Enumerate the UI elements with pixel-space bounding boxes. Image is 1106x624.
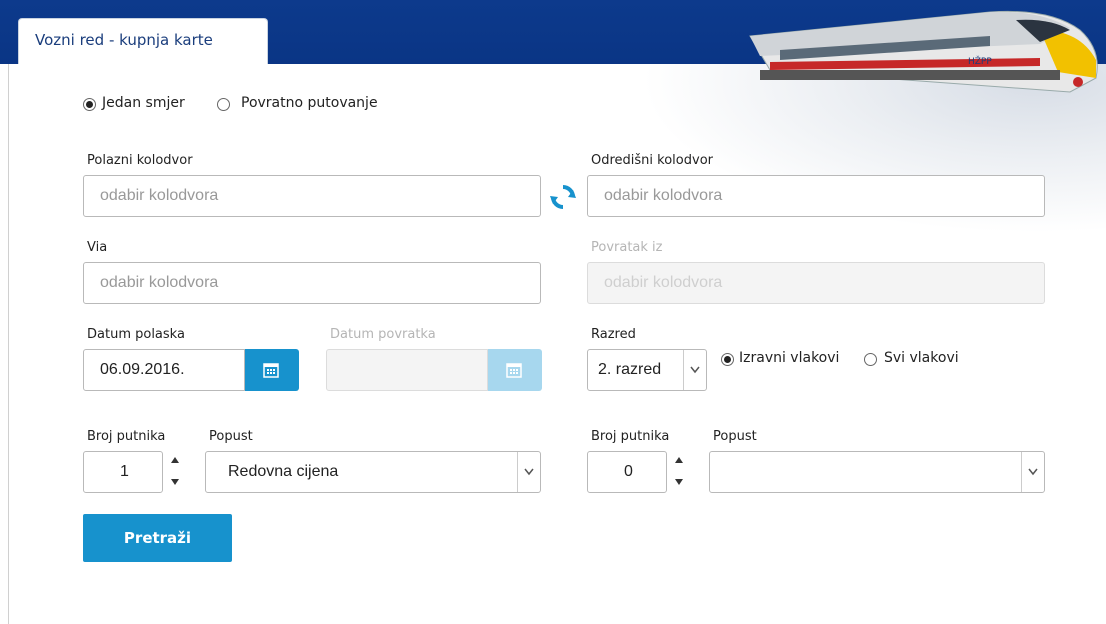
discount-select-1[interactable]: Redovna cijena <box>205 451 541 493</box>
to-station-input[interactable]: odabir kolodvora <box>587 175 1045 217</box>
return-from-input: odabir kolodvora <box>587 262 1045 304</box>
from-station-label: Polazni kolodvor <box>87 153 193 168</box>
return-calendar-button <box>488 349 542 391</box>
search-button[interactable]: Pretraži <box>83 514 232 562</box>
passengers-label-2: Broj putnika <box>591 429 670 444</box>
class-select[interactable]: 2. razred <box>587 349 707 391</box>
direct-trains-label: Izravni vlakovi <box>739 350 840 366</box>
discount-select-value-1: Redovna cijena <box>228 463 339 480</box>
return-from-label: Povratak iz <box>591 240 663 255</box>
from-station-input[interactable]: odabir kolodvora <box>83 175 541 217</box>
class-select-value: 2. razred <box>598 361 662 378</box>
return-date-label: Datum povratka <box>330 327 436 342</box>
passengers-stepper-1[interactable] <box>170 455 180 489</box>
swap-stations-icon[interactable] <box>550 184 576 210</box>
all-trains-label: Svi vlakovi <box>884 350 959 366</box>
one-way-label: Jedan smjer <box>102 95 185 111</box>
passengers-label-1: Broj putnika <box>87 429 166 444</box>
chevron-down-icon <box>517 452 540 492</box>
calendar-icon <box>263 363 279 378</box>
to-station-label: Odredišni kolodvor <box>591 153 713 168</box>
passengers-input-1[interactable]: 1 <box>83 451 163 493</box>
departure-calendar-button[interactable] <box>245 349 299 391</box>
round-trip-radio[interactable] <box>217 98 230 111</box>
passengers-stepper-2[interactable] <box>674 455 684 489</box>
passengers-input-2[interactable]: 0 <box>587 451 667 493</box>
calendar-icon <box>506 363 522 378</box>
departure-date-label: Datum polaska <box>87 327 185 342</box>
discount-label-1: Popust <box>209 429 253 444</box>
class-label: Razred <box>591 327 636 342</box>
tab-timetable[interactable]: Vozni red - kupnja karte <box>18 18 268 64</box>
tab-title: Vozni red - kupnja karte <box>35 31 213 49</box>
discount-label-2: Popust <box>713 429 757 444</box>
chevron-down-icon <box>683 350 706 390</box>
direct-trains-radio[interactable] <box>721 353 734 366</box>
all-trains-radio[interactable] <box>864 353 877 366</box>
train-logo: HŽPP <box>968 55 992 67</box>
round-trip-label: Povratno putovanje <box>241 95 378 111</box>
chevron-down-icon <box>1021 452 1044 492</box>
train-illustration: HŽPP <box>749 10 1098 93</box>
discount-select-2[interactable] <box>709 451 1045 493</box>
one-way-radio[interactable] <box>83 98 96 111</box>
via-input[interactable]: odabir kolodvora <box>83 262 541 304</box>
via-label: Via <box>87 240 108 255</box>
return-date-input <box>326 349 488 391</box>
departure-date-input[interactable]: 06.09.2016. <box>83 349 245 391</box>
